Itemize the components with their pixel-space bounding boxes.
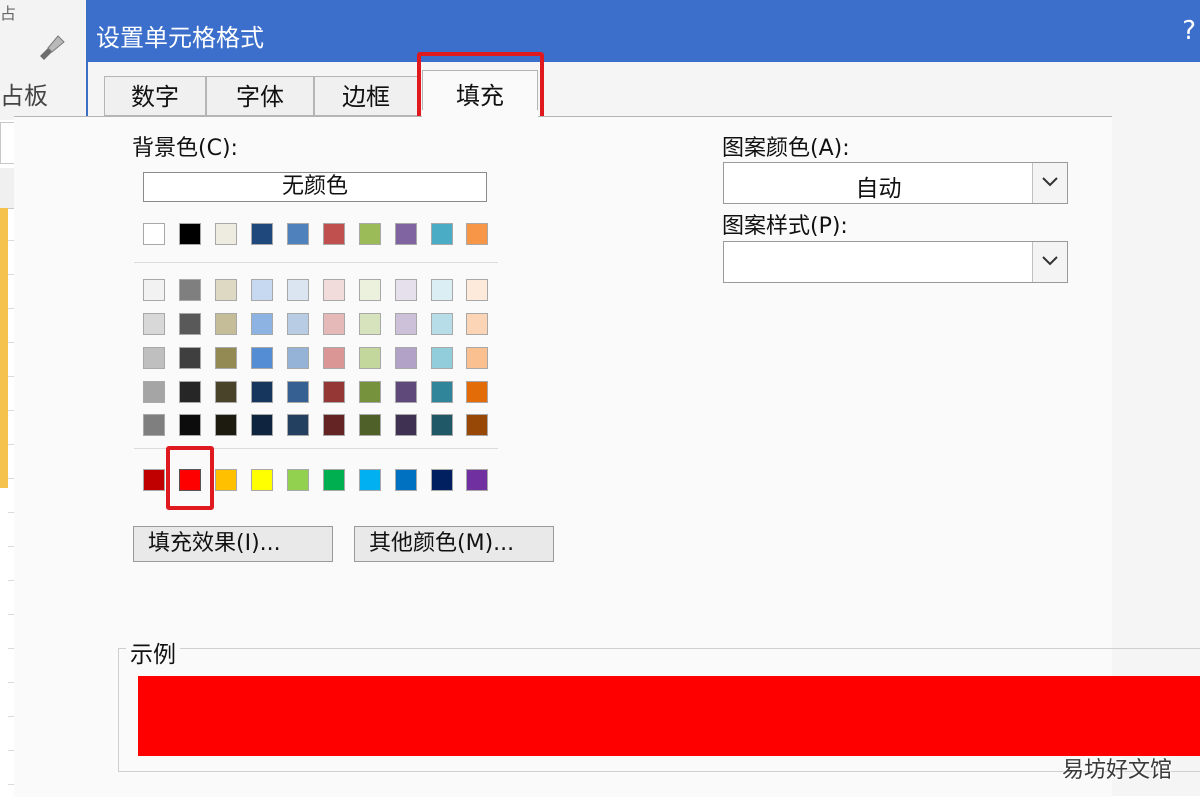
standard-color-swatch[interactable] (287, 469, 309, 491)
tint-color-swatch[interactable] (179, 414, 201, 436)
row-header-highlight (0, 208, 8, 488)
tint-color-swatch[interactable] (323, 279, 345, 301)
tint-color-swatch[interactable] (466, 414, 488, 436)
sample-preview (138, 676, 1200, 756)
standard-color-swatch[interactable] (251, 469, 273, 491)
clipboard-group-label: 占板 (0, 82, 48, 110)
theme-color-swatch[interactable] (179, 223, 201, 245)
tint-color-swatch[interactable] (143, 381, 165, 403)
tint-color-swatch[interactable] (323, 347, 345, 369)
tint-color-swatch[interactable] (251, 279, 273, 301)
standard-color-swatch[interactable] (395, 469, 417, 491)
tint-color-swatch[interactable] (179, 279, 201, 301)
tab-border[interactable]: 边框 (314, 76, 418, 116)
format-painter-icon[interactable] (34, 28, 70, 64)
tint-color-swatch[interactable] (431, 347, 453, 369)
chevron-down-icon[interactable] (1032, 163, 1067, 203)
palette-separator (134, 262, 498, 263)
tint-color-swatch[interactable] (143, 279, 165, 301)
tint-color-swatch[interactable] (215, 313, 237, 335)
tint-color-swatch[interactable] (179, 381, 201, 403)
watermark: 易坊好文馆 (1061, 758, 1172, 783)
tint-color-swatch[interactable] (323, 313, 345, 335)
tint-color-swatch[interactable] (143, 347, 165, 369)
tint-color-swatch[interactable] (251, 381, 273, 403)
tint-color-swatch[interactable] (431, 313, 453, 335)
tint-color-swatch[interactable] (143, 313, 165, 335)
ribbon-fragment-text: 占 (0, 4, 17, 23)
tab-font[interactable]: 字体 (206, 76, 314, 116)
tint-color-swatch[interactable] (466, 381, 488, 403)
theme-color-swatch[interactable] (143, 223, 165, 245)
tint-color-swatch[interactable] (359, 313, 381, 335)
no-color-button[interactable]: 无颜色 (143, 172, 487, 202)
tab-join (422, 110, 538, 122)
tint-color-swatch[interactable] (143, 414, 165, 436)
tint-color-swatch[interactable] (287, 381, 309, 403)
standard-color-swatch[interactable] (359, 469, 381, 491)
tint-color-swatch[interactable] (431, 381, 453, 403)
tint-color-swatch[interactable] (251, 313, 273, 335)
tint-color-swatch[interactable] (359, 381, 381, 403)
standard-color-swatch[interactable] (466, 469, 488, 491)
tint-color-swatch[interactable] (287, 414, 309, 436)
fill-effects-button[interactable]: 填充效果(I)... (133, 526, 333, 562)
standard-color-swatch[interactable] (143, 469, 165, 491)
help-icon[interactable]: ? (1182, 16, 1196, 46)
tint-color-swatch[interactable] (179, 347, 201, 369)
background-color-label: 背景色(C): (132, 136, 238, 161)
palette-separator (134, 448, 498, 449)
theme-color-swatch[interactable] (431, 223, 453, 245)
standard-color-swatch[interactable] (323, 469, 345, 491)
tint-color-swatch[interactable] (179, 313, 201, 335)
tint-color-swatch[interactable] (287, 347, 309, 369)
tint-color-swatch[interactable] (323, 381, 345, 403)
pattern-color-label: 图案颜色(A): (722, 136, 850, 161)
standard-color-swatch[interactable] (431, 469, 453, 491)
theme-color-swatch[interactable] (287, 223, 309, 245)
tint-color-swatch[interactable] (323, 414, 345, 436)
tint-color-swatch[interactable] (395, 279, 417, 301)
pattern-style-dropdown[interactable] (723, 241, 1068, 283)
tint-color-swatch[interactable] (395, 313, 417, 335)
tint-color-swatch[interactable] (431, 279, 453, 301)
theme-color-swatch[interactable] (359, 223, 381, 245)
tint-color-swatch[interactable] (395, 414, 417, 436)
tint-color-swatch[interactable] (466, 347, 488, 369)
tint-color-swatch[interactable] (287, 313, 309, 335)
tint-color-swatch[interactable] (431, 414, 453, 436)
tint-color-swatch[interactable] (395, 381, 417, 403)
standard-color-swatch[interactable] (215, 469, 237, 491)
tint-color-swatch[interactable] (359, 414, 381, 436)
tint-color-swatch[interactable] (251, 347, 273, 369)
dialog-title: 设置单元格格式 (96, 24, 264, 52)
theme-color-swatch[interactable] (466, 223, 488, 245)
pattern-color-value: 自动 (855, 176, 902, 202)
tint-color-swatch[interactable] (359, 279, 381, 301)
theme-color-swatch[interactable] (251, 223, 273, 245)
dialog-titlebar[interactable]: 设置单元格格式 ? (88, 0, 1200, 62)
tint-color-swatch[interactable] (466, 279, 488, 301)
tint-color-swatch[interactable] (215, 347, 237, 369)
tint-color-swatch[interactable] (359, 347, 381, 369)
theme-color-swatch[interactable] (215, 223, 237, 245)
chevron-down-icon[interactable] (1032, 242, 1067, 282)
standard-color-swatch[interactable] (179, 469, 201, 491)
pattern-color-dropdown[interactable]: 自动 (723, 162, 1068, 204)
pattern-style-label: 图案样式(P): (722, 214, 848, 239)
tint-color-swatch[interactable] (251, 414, 273, 436)
more-colors-button[interactable]: 其他颜色(M)... (354, 526, 554, 562)
tint-color-swatch[interactable] (466, 313, 488, 335)
tint-color-swatch[interactable] (395, 347, 417, 369)
theme-color-swatch[interactable] (395, 223, 417, 245)
tint-color-swatch[interactable] (215, 414, 237, 436)
tint-color-swatch[interactable] (215, 279, 237, 301)
sample-label: 示例 (126, 635, 180, 669)
theme-color-swatch[interactable] (323, 223, 345, 245)
tint-color-swatch[interactable] (287, 279, 309, 301)
tab-number[interactable]: 数字 (104, 76, 206, 116)
tint-color-swatch[interactable] (215, 381, 237, 403)
